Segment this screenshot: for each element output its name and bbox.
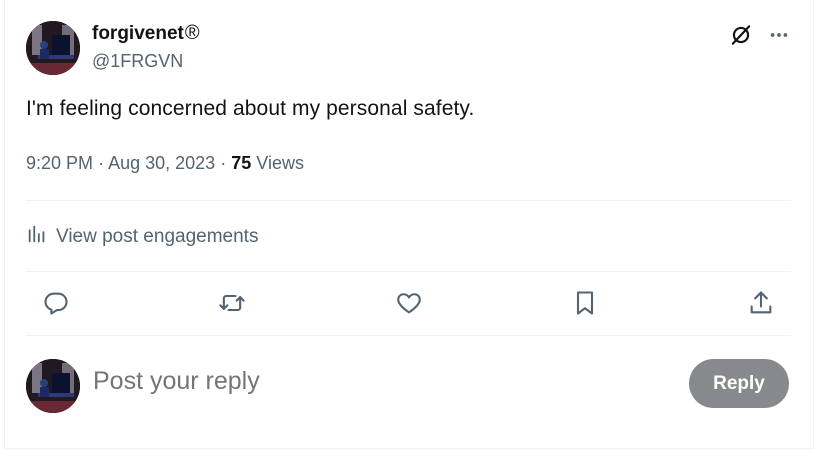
post-time[interactable]: 9:20 PM <box>26 153 93 173</box>
view-engagements-link[interactable]: View post engagements <box>26 223 258 251</box>
divider <box>26 200 791 201</box>
registered-badge: ® <box>184 22 200 44</box>
post-meta: 9:20 PM · Aug 30, 2023 · 75 Views <box>26 153 304 174</box>
avatar-image <box>26 21 80 75</box>
repost-icon[interactable] <box>210 286 254 320</box>
header-actions <box>728 22 790 48</box>
post-text: I'm feeling concerned about my personal … <box>26 97 475 120</box>
bookmark-icon[interactable] <box>563 286 607 320</box>
display-name-text: forgivenet <box>92 23 184 44</box>
view-engagements-label: View post engagements <box>56 226 259 247</box>
grok-icon[interactable] <box>728 22 754 48</box>
reply-icon[interactable] <box>34 286 78 320</box>
meta-separator: · <box>220 153 227 173</box>
avatar-image <box>26 359 80 413</box>
views-count: 75 <box>231 153 252 173</box>
post-actions-bar <box>26 286 791 320</box>
views-label: Views <box>256 153 304 173</box>
divider <box>26 335 791 336</box>
post-date[interactable]: Aug 30, 2023 <box>108 153 215 173</box>
current-user-avatar <box>26 359 80 413</box>
meta-separator: · <box>98 153 105 173</box>
author-handle[interactable]: @1FRGVN <box>92 51 183 72</box>
share-icon[interactable] <box>739 286 783 320</box>
reply-input[interactable] <box>93 367 653 396</box>
author-avatar[interactable] <box>26 21 80 75</box>
reply-button[interactable]: Reply <box>689 359 789 408</box>
more-icon[interactable] <box>768 24 790 46</box>
analytics-bars-icon <box>26 223 48 251</box>
author-display-name[interactable]: forgivenet® <box>92 22 200 45</box>
divider <box>26 271 791 272</box>
like-icon[interactable] <box>387 286 431 320</box>
